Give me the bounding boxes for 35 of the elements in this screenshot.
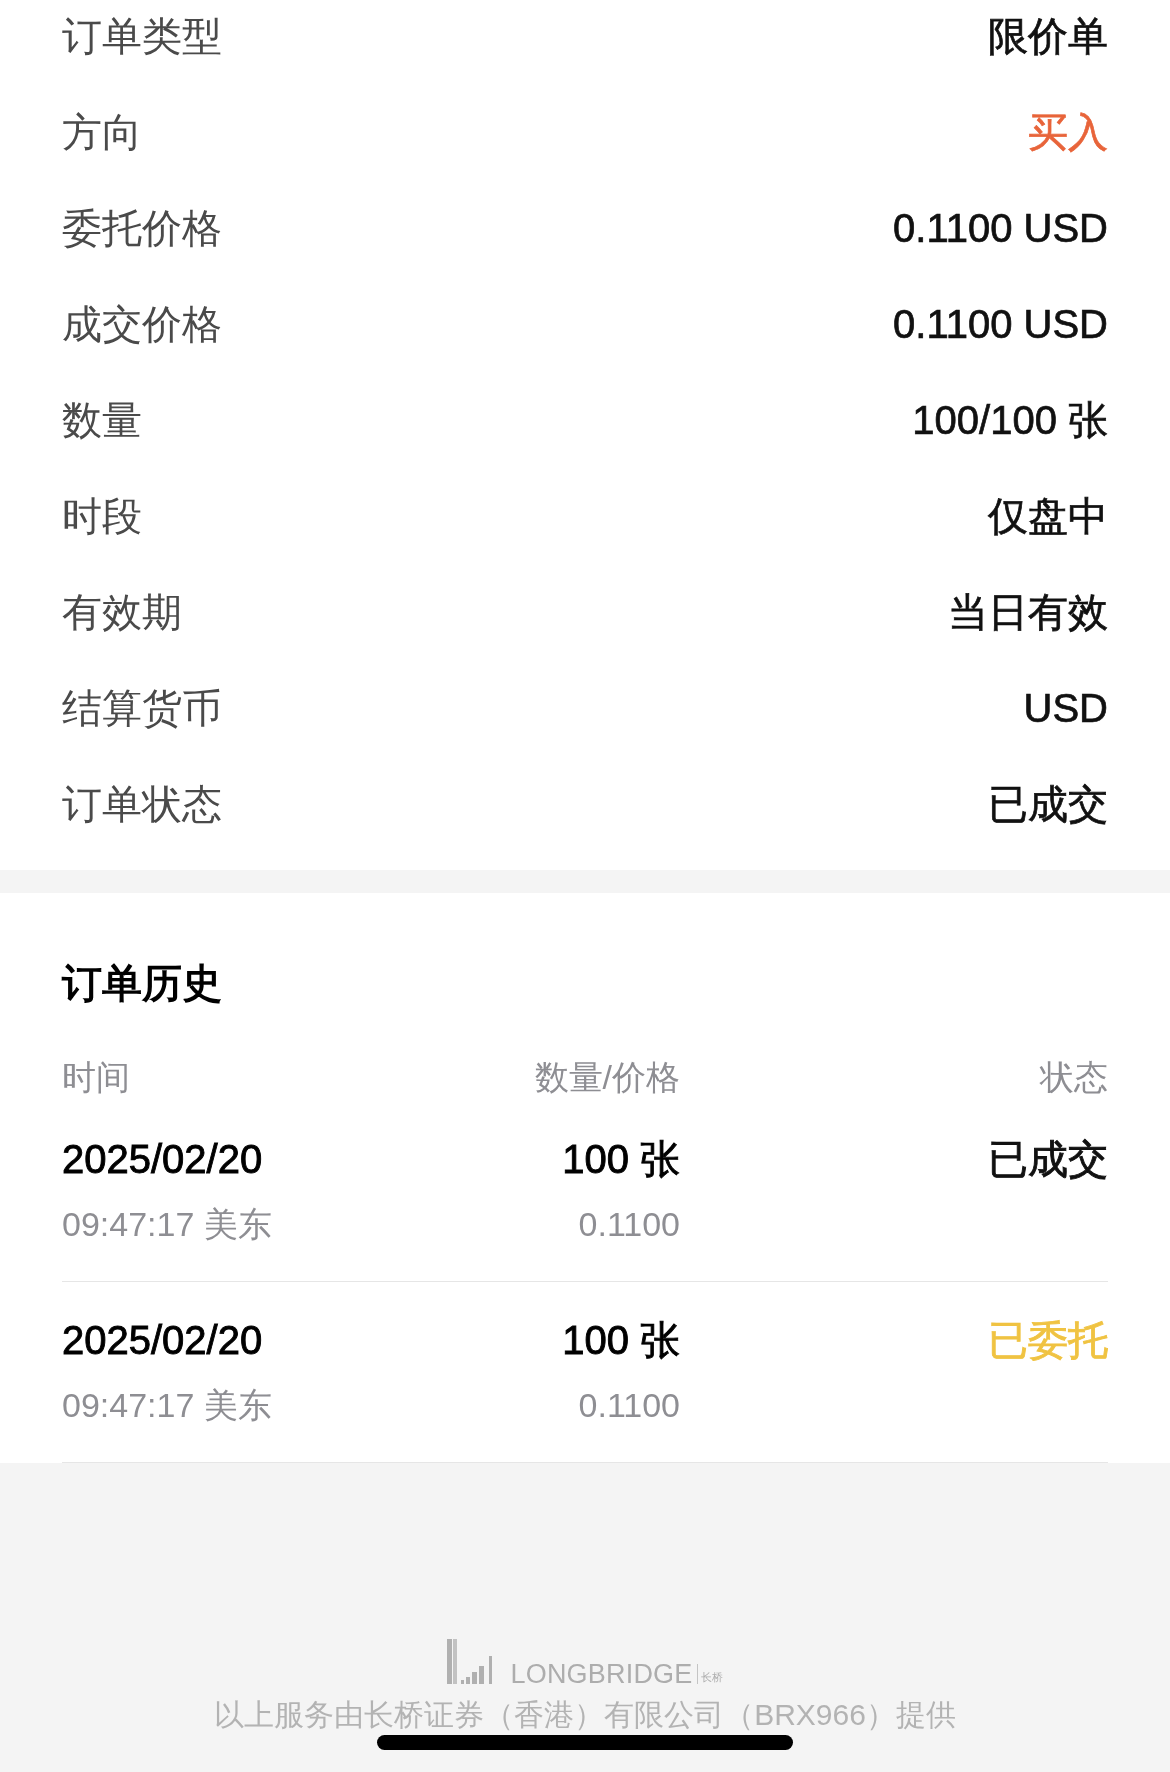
detail-label: 时段	[62, 493, 142, 540]
detail-label: 订单状态	[62, 781, 222, 828]
detail-label: 订单类型	[62, 13, 222, 60]
detail-label: 数量	[62, 397, 142, 444]
time-text: 09:47:17 美东	[62, 1385, 272, 1426]
brand-name: LONGBRIDGE	[510, 1661, 693, 1688]
section-title: 订单历史	[62, 960, 222, 1007]
price-text: 0.1100	[578, 1204, 680, 1245]
detail-label: 有效期	[62, 589, 182, 636]
time-text: 09:47:17 美东	[62, 1204, 272, 1245]
detail-value: USD	[1023, 685, 1108, 732]
detail-value: 0.1100 USD	[893, 205, 1108, 252]
quantity-text: 100 张	[562, 1317, 680, 1364]
detail-label: 结算货币	[62, 685, 222, 732]
brand-subname: 长桥	[700, 1671, 723, 1684]
column-header: 数量/价格	[534, 1057, 680, 1098]
status-text: 已成交	[988, 1136, 1108, 1183]
detail-value: 仅盘中	[988, 493, 1108, 540]
date-text: 2025/02/20	[62, 1136, 263, 1183]
detail-label: 委托价格	[62, 205, 222, 252]
price-text: 0.1100	[578, 1385, 680, 1426]
column-header: 状态	[1040, 1057, 1108, 1098]
detail-label: 成交价格	[62, 301, 222, 348]
detail-value: 0.1100 USD	[893, 301, 1108, 348]
detail-value: 当日有效	[948, 589, 1108, 636]
detail-value: 100/100 张	[912, 397, 1108, 444]
detail-value: 限价单	[988, 13, 1108, 60]
quantity-text: 100 张	[562, 1136, 680, 1183]
detail-value: 买入	[1028, 109, 1108, 156]
detail-label: 方向	[62, 109, 142, 156]
disclaimer-text: 以上服务由长桥证券（香港）有限公司（BRX966）提供	[214, 1698, 956, 1732]
detail-value: 已成交	[988, 781, 1108, 828]
column-header: 时间	[62, 1057, 130, 1098]
status-text: 已委托	[988, 1317, 1108, 1364]
date-text: 2025/02/20	[62, 1317, 263, 1364]
